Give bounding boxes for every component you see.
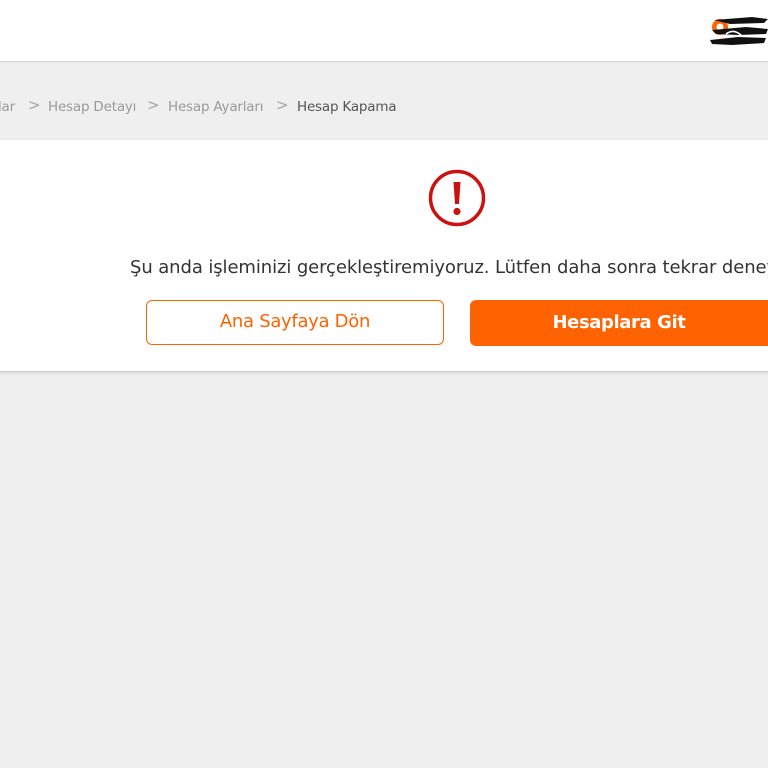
go-to-accounts-button[interactable]: Hesaplara Git — [470, 300, 768, 346]
breadcrumb: lar > Hesap Detayı > Hesap Ayarları > He… — [0, 62, 768, 140]
breadcrumb-item-hesaplar[interactable]: lar — [0, 99, 15, 115]
breadcrumb-item-hesap-ayarlari[interactable]: Hesap Ayarları — [168, 99, 263, 115]
top-header — [0, 0, 768, 62]
chevron-right-icon: > — [276, 96, 289, 114]
error-message: Şu anda işleminizi gerçekleştiremiyoruz.… — [130, 257, 768, 278]
breadcrumb-item-hesap-kapama: Hesap Kapama — [297, 99, 397, 115]
chevron-right-icon: > — [28, 96, 41, 114]
chevron-right-icon: > — [147, 96, 160, 114]
ing-lion-logo-icon[interactable] — [708, 14, 768, 48]
home-button[interactable]: Ana Sayfaya Dön — [146, 300, 444, 345]
breadcrumb-item-hesap-detayi[interactable]: Hesap Detayı — [48, 99, 136, 115]
exclamation-circle-icon — [428, 169, 486, 227]
error-card: Şu anda işleminizi gerçekleştiremiyoruz.… — [0, 140, 768, 372]
